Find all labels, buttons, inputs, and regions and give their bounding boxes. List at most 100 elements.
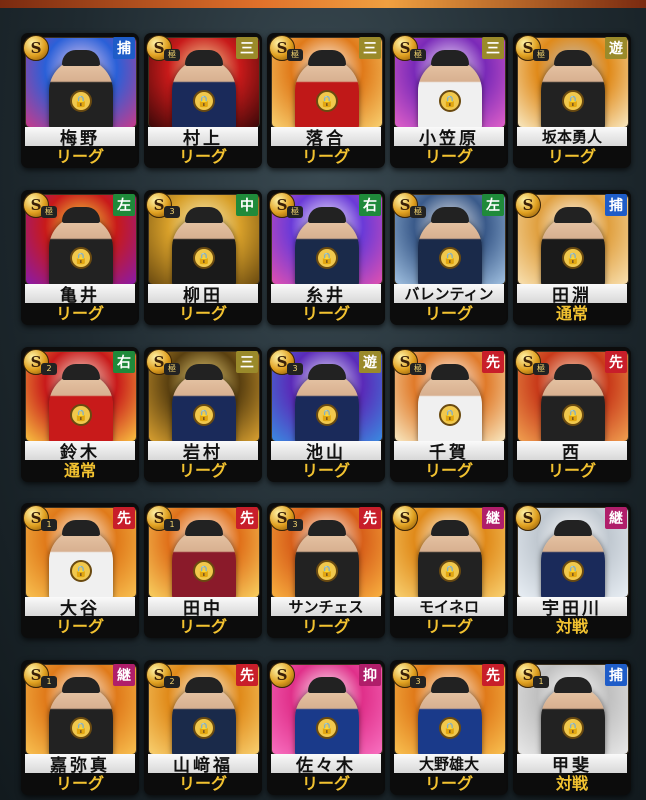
- position-badge: 左: [482, 194, 504, 216]
- rank-sub-badge: 3: [410, 676, 426, 688]
- rank-badge-icon: S: [515, 505, 541, 531]
- player-name: 岩村: [148, 441, 258, 460]
- cap-icon: [308, 520, 346, 536]
- player-name: 宇田川: [517, 597, 627, 616]
- player-card[interactable]: 🔒 S 3 先大野雄大 リーグ: [390, 660, 508, 795]
- lock-icon: 🔒: [439, 404, 461, 426]
- player-card[interactable]: 🔒 S 1 先大谷 リーグ: [21, 503, 139, 638]
- card-type-label: 通常: [555, 304, 588, 323]
- card-type-label: リーグ: [301, 617, 350, 636]
- card-type-label: リーグ: [547, 461, 596, 480]
- rank-sub-badge: 1: [164, 519, 180, 531]
- player-card[interactable]: 🔒 S 捕田淵 通常: [513, 190, 631, 325]
- card-type-label: リーグ: [55, 617, 104, 636]
- position-badge: 右: [359, 194, 381, 216]
- player-name: 柳田: [148, 284, 258, 303]
- card-type-label: リーグ: [55, 304, 104, 323]
- player-card[interactable]: 🔒 S 極三岩村 リーグ: [144, 347, 262, 482]
- player-card[interactable]: 🔒 S 1 継嘉弥真 リーグ: [21, 660, 139, 795]
- player-name: モイネロ: [394, 597, 504, 616]
- player-card[interactable]: 🔒 S 極左亀井 リーグ: [21, 190, 139, 325]
- player-card[interactable]: 🔒 S 極三落合 リーグ: [267, 33, 385, 168]
- position-badge: 先: [482, 664, 504, 686]
- rank-sub-badge: 2: [164, 676, 180, 688]
- lock-icon: 🔒: [193, 717, 215, 739]
- position-badge: 継: [482, 507, 504, 529]
- position-badge: 抑: [359, 664, 381, 686]
- card-type-label: 通常: [63, 461, 96, 480]
- player-card[interactable]: 🔒 S 抑佐々木 リーグ: [267, 660, 385, 795]
- player-name: 西: [517, 441, 627, 460]
- position-badge: 左: [113, 194, 135, 216]
- cap-icon: [554, 364, 592, 380]
- cap-icon: [308, 207, 346, 223]
- cap-icon: [554, 520, 592, 536]
- lock-icon: 🔒: [193, 247, 215, 269]
- rank-sub-badge: 3: [287, 519, 303, 531]
- player-card[interactable]: 🔒 S 極三小笠原 リーグ: [390, 33, 508, 168]
- lock-icon: 🔒: [193, 404, 215, 426]
- card-type-label: リーグ: [424, 147, 473, 166]
- cap-icon: [308, 364, 346, 380]
- cap-icon: [62, 364, 100, 380]
- player-card[interactable]: 🔒 S 極先千賀 リーグ: [390, 347, 508, 482]
- lock-icon: 🔒: [193, 90, 215, 112]
- rank-sub-badge: 極: [410, 363, 426, 375]
- cap-icon: [62, 207, 100, 223]
- cap-icon: [185, 364, 223, 380]
- cap-icon: [431, 677, 469, 693]
- player-card[interactable]: 🔒 S 3 遊池山 リーグ: [267, 347, 385, 482]
- lock-icon: 🔒: [70, 717, 92, 739]
- player-name: 大野雄大: [394, 754, 504, 773]
- cap-icon: [185, 520, 223, 536]
- player-name: 千賀: [394, 441, 504, 460]
- player-name: 甲斐: [517, 754, 627, 773]
- card-type-label: リーグ: [178, 617, 227, 636]
- player-card[interactable]: 🔒 S 極先西リーグ: [513, 347, 631, 482]
- player-card[interactable]: 🔒 S 極三村上 リーグ: [144, 33, 262, 168]
- card-type-label: リーグ: [178, 147, 227, 166]
- player-name: 村上: [148, 127, 258, 146]
- player-name: 大谷: [25, 597, 135, 616]
- player-name: 山﨑福: [148, 754, 258, 773]
- player-card[interactable]: 🔒 S 2 先山﨑福 リーグ: [144, 660, 262, 795]
- player-card[interactable]: 🔒 S 3 中柳田 リーグ: [144, 190, 262, 325]
- rank-sub-badge: 極: [164, 363, 180, 375]
- lock-icon: 🔒: [70, 404, 92, 426]
- cap-icon: [185, 207, 223, 223]
- lock-icon: 🔒: [316, 90, 338, 112]
- lock-icon: 🔒: [562, 560, 584, 582]
- rank-sub-badge: 3: [164, 206, 180, 218]
- player-card[interactable]: 🔒 S 1 捕甲斐 対戦: [513, 660, 631, 795]
- card-type-label: リーグ: [424, 774, 473, 793]
- player-card[interactable]: 🔒 S 極遊坂本勇人 リーグ: [513, 33, 631, 168]
- cap-icon: [62, 677, 100, 693]
- position-badge: 先: [236, 507, 258, 529]
- card-type-label: リーグ: [178, 304, 227, 323]
- player-card[interactable]: 🔒 S 継宇田川 対戦: [513, 503, 631, 638]
- player-card[interactable]: 🔒 S 極右糸井 リーグ: [267, 190, 385, 325]
- card-type-label: リーグ: [55, 147, 104, 166]
- rank-sub-badge: 極: [533, 363, 549, 375]
- cap-icon: [185, 50, 223, 66]
- lock-icon: 🔒: [562, 90, 584, 112]
- position-badge: 三: [236, 37, 258, 59]
- cap-icon: [62, 520, 100, 536]
- player-card[interactable]: 🔒 S 2 右鈴木 通常: [21, 347, 139, 482]
- cap-icon: [62, 50, 100, 66]
- position-badge: 中: [236, 194, 258, 216]
- position-badge: 先: [359, 507, 381, 529]
- player-card[interactable]: 🔒 S 継モイネロ リーグ: [390, 503, 508, 638]
- player-card[interactable]: 🔒 S 捕梅野 リーグ: [21, 33, 139, 168]
- lock-icon: 🔒: [439, 560, 461, 582]
- player-name: サンチェス: [271, 597, 381, 616]
- player-card[interactable]: 🔒 S 極左バレンティン リーグ: [390, 190, 508, 325]
- card-type-label: リーグ: [424, 304, 473, 323]
- player-card[interactable]: 🔒 S 3 先サンチェス リーグ: [267, 503, 385, 638]
- rank-sub-badge: 極: [41, 206, 57, 218]
- cap-icon: [308, 677, 346, 693]
- player-card[interactable]: 🔒 S 1 先田中 リーグ: [144, 503, 262, 638]
- cap-icon: [431, 364, 469, 380]
- cap-icon: [554, 50, 592, 66]
- lock-icon: 🔒: [193, 560, 215, 582]
